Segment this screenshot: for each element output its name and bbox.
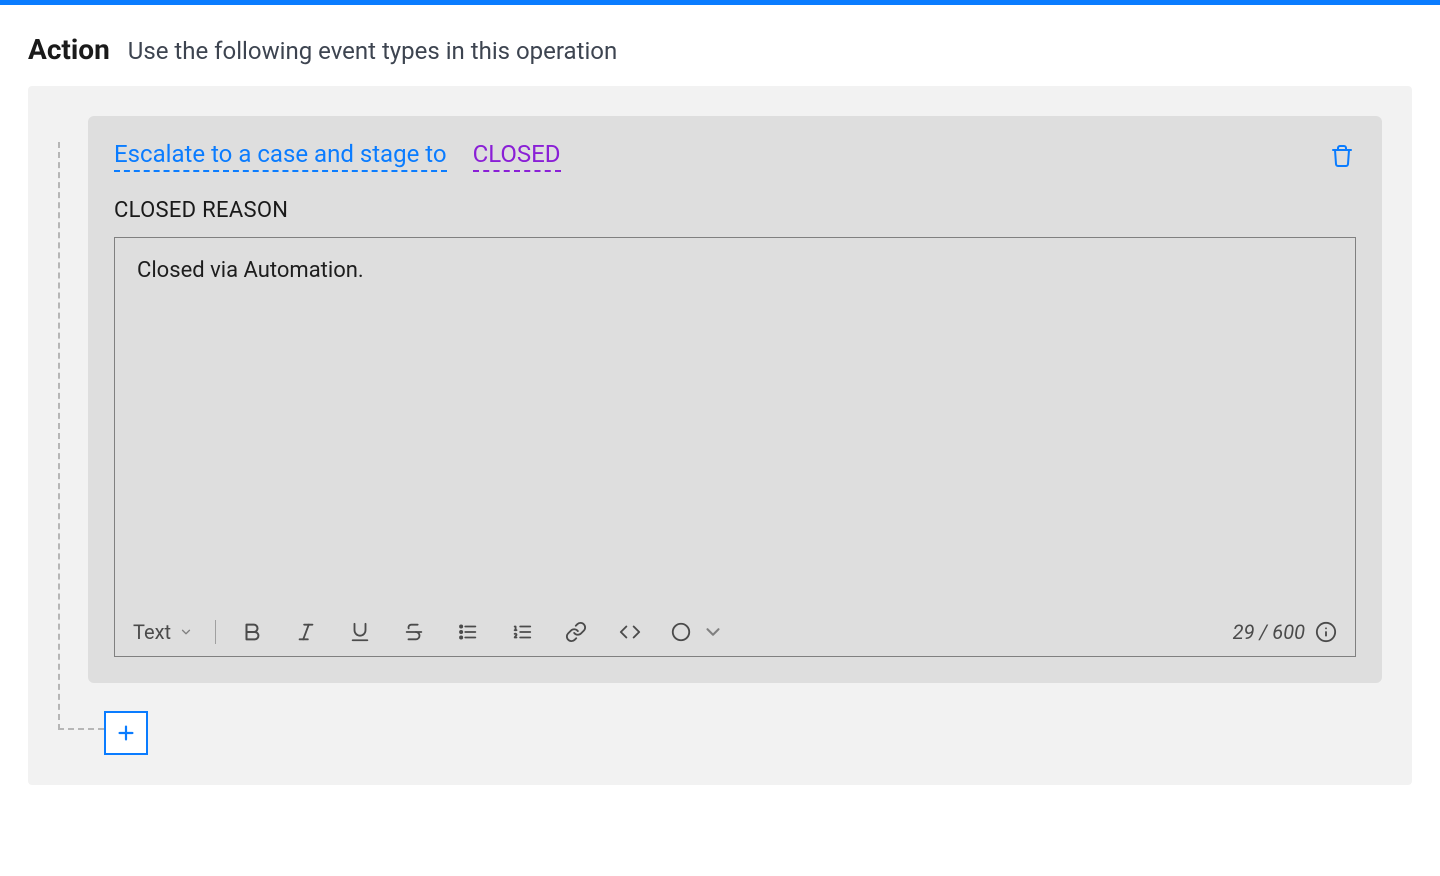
workflow-connector-horizontal <box>58 728 104 730</box>
plus-icon <box>115 722 137 744</box>
circle-icon <box>670 621 692 643</box>
bold-icon <box>241 621 263 643</box>
page-container: Action Use the following event types in … <box>0 5 1440 825</box>
editor-toolbar: Text <box>115 612 1355 656</box>
strikethrough-icon <box>403 621 425 643</box>
bullet-list-icon <box>457 621 479 643</box>
italic-icon <box>295 621 317 643</box>
action-card: Escalate to a case and stage to CLOSED C… <box>88 116 1382 683</box>
bold-button[interactable] <box>238 618 266 646</box>
record-button[interactable] <box>670 618 724 646</box>
format-dropdown[interactable]: Text <box>133 620 193 644</box>
editor-box: Closed via Automation. Text <box>114 237 1356 657</box>
number-list-icon <box>511 621 533 643</box>
bullet-list-button[interactable] <box>454 618 482 646</box>
code-button[interactable] <box>616 618 644 646</box>
workflow-connector-vertical <box>58 142 60 730</box>
toolbar-divider <box>215 620 216 644</box>
action-header: Action Use the following event types in … <box>28 33 1412 66</box>
chevron-down-icon <box>702 621 724 643</box>
action-card-header: Escalate to a case and stage to CLOSED <box>114 140 1356 172</box>
toolbar-right: 29 / 600 <box>1233 620 1337 644</box>
info-icon <box>1315 621 1337 643</box>
chevron-down-icon <box>179 625 193 639</box>
toolbar-left: Text <box>133 618 724 646</box>
add-action-button[interactable] <box>104 711 148 755</box>
format-group <box>238 618 724 646</box>
bottom-row <box>58 711 1382 755</box>
strikethrough-button[interactable] <box>400 618 428 646</box>
header-subtitle: Use the following event types in this op… <box>128 37 617 65</box>
action-card-title: Escalate to a case and stage to CLOSED <box>114 140 561 172</box>
trash-icon <box>1330 144 1354 168</box>
stage-value-select[interactable]: CLOSED <box>473 140 561 172</box>
char-counter-info[interactable] <box>1315 621 1337 643</box>
format-dropdown-label: Text <box>133 620 171 644</box>
code-icon <box>619 621 641 643</box>
underline-icon <box>349 621 371 643</box>
underline-button[interactable] <box>346 618 374 646</box>
char-counter: 29 / 600 <box>1233 620 1305 644</box>
italic-button[interactable] <box>292 618 320 646</box>
action-panel: Escalate to a case and stage to CLOSED C… <box>28 86 1412 785</box>
number-list-button[interactable] <box>508 618 536 646</box>
link-button[interactable] <box>562 618 590 646</box>
closed-reason-label: CLOSED REASON <box>114 198 1356 223</box>
link-icon <box>565 621 587 643</box>
header-title: Action <box>28 33 110 66</box>
delete-action-button[interactable] <box>1328 142 1356 170</box>
escalate-action-select[interactable]: Escalate to a case and stage to <box>114 140 447 172</box>
closed-reason-textarea[interactable]: Closed via Automation. <box>115 238 1355 612</box>
